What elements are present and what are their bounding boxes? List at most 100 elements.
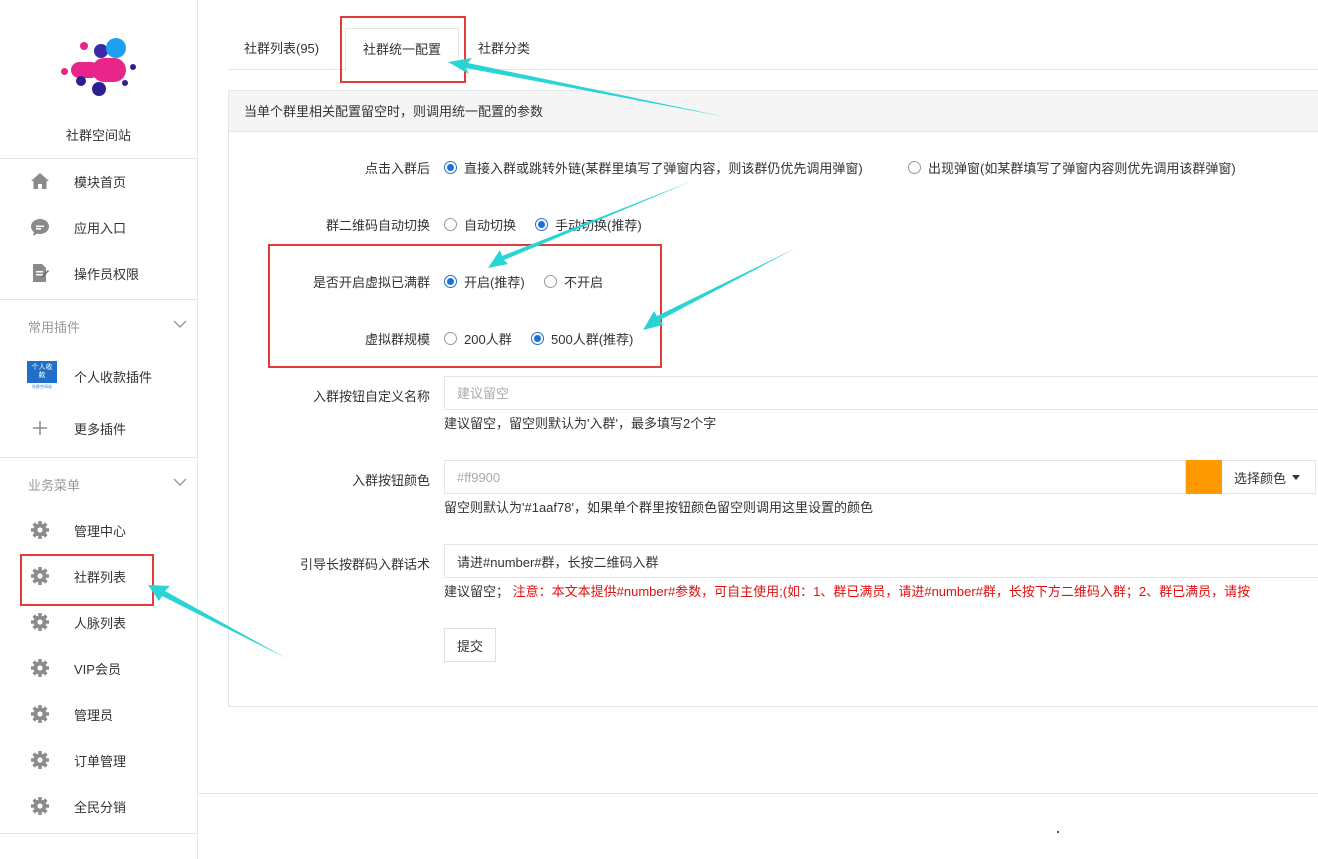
radio-circle <box>444 161 457 174</box>
sidebar-item-management-center[interactable]: 管理中心 <box>0 510 197 550</box>
sidebar-item-contacts-list[interactable]: 人脉列表 <box>0 602 197 642</box>
sidebar-item-operator-permission[interactable]: 操作员权限 <box>0 253 197 293</box>
sidebar-divider <box>0 158 197 159</box>
sidebar-divider <box>0 457 197 458</box>
virtual-full-on-radio[interactable]: 开启(推荐) <box>444 272 525 291</box>
button-name-label: 入群按钮自定义名称 <box>312 389 430 404</box>
caret-down-icon <box>1292 474 1301 480</box>
radio-label: 出现弹窗(如某群填写了弹窗内容则优先调用该群弹窗) <box>928 161 1236 176</box>
payment-plugin-icon: 个人收款 社群空间站 <box>27 361 57 391</box>
virtual-size-label: 虚拟群规模 <box>364 332 430 347</box>
section-business-menu[interactable]: 业务菜单 <box>0 469 197 499</box>
payment-plugin-icon-subtext: 社群空间站 <box>27 383 57 391</box>
radio-circle <box>908 161 921 174</box>
chevron-down-icon <box>173 475 187 490</box>
sidebar-item-module-home[interactable]: 模块首页 <box>0 161 197 201</box>
radio-circle <box>535 218 548 231</box>
radio-label: 自动切换 <box>464 218 517 233</box>
chat-bubble-icon <box>30 217 50 237</box>
sidebar-item-personal-payment-plugin[interactable]: 个人收款 社群空间站 个人收款插件 <box>0 356 197 396</box>
qr-switch-auto-radio[interactable]: 自动切换 <box>444 215 516 234</box>
guide-text-label: 引导长按群码入群话术 <box>299 557 430 572</box>
plus-icon <box>30 418 50 438</box>
home-icon <box>30 171 50 191</box>
guide-text-input[interactable] <box>444 544 1318 578</box>
radio-circle <box>444 218 457 231</box>
sidebar-divider <box>0 299 197 300</box>
sidebar-item-label: 操作员权限 <box>74 266 140 282</box>
guide-text-help-note: 注意：本文本提供#number#参数，可自主使用;(如：1、群已满员，请进#nu… <box>512 584 1251 599</box>
virtual-full-off-radio[interactable]: 不开启 <box>544 272 603 291</box>
section-common-plugins[interactable]: 常用插件 <box>0 311 197 341</box>
tab-group-category[interactable]: 社群分类 <box>478 28 530 70</box>
sidebar-item-group-list[interactable]: 社群列表 <box>0 556 197 596</box>
virtual-size-200-radio[interactable]: 200人群 <box>444 329 512 348</box>
submit-button[interactable]: 提交 <box>444 628 497 662</box>
site-logo <box>56 34 140 100</box>
sidebar-item-label: 管理中心 <box>74 523 127 539</box>
sidebar-item-administrators[interactable]: 管理员 <box>0 694 197 734</box>
tab-group-unified-config[interactable]: 社群统一配置 <box>345 28 459 71</box>
guide-text-help-prefix: 建议留空； <box>444 584 510 599</box>
section-title: 业务菜单 <box>28 477 81 493</box>
gear-icon <box>30 566 50 586</box>
panel-heading: 当单个群里相关配置留空时，则调用统一配置的参数 <box>229 91 1318 132</box>
button-color-help: 留空则默认为'#1aaf78'，如果单个群里按钮颜色留空则调用这里设置的颜色 <box>444 500 873 515</box>
guide-text-help: 建议留空； 注意：本文本提供#number#参数，可自主使用;(如：1、群已满员… <box>444 581 1318 600</box>
button-name-input[interactable] <box>444 376 1318 410</box>
document-edit-icon <box>30 263 50 283</box>
footer-divider <box>198 793 1318 794</box>
button-name-help: 建议留空，留空则默认为'入群'，最多填写2个字 <box>444 416 717 431</box>
qr-switch-manual-radio[interactable]: 手动切换(推荐) <box>535 215 642 234</box>
virtual-full-label: 是否开启虚拟已满群 <box>312 275 430 290</box>
radio-label: 开启(推荐) <box>464 275 525 290</box>
radio-circle <box>444 275 457 288</box>
virtual-size-500-radio[interactable]: 500人群(推荐) <box>531 329 633 348</box>
sidebar: 社群空间站 模块首页 应用入口 操作员权限 常用插件 个人收款 社群空间站 个人… <box>0 0 198 859</box>
sidebar-item-label: 模块首页 <box>74 174 127 190</box>
sidebar-item-label: 更多插件 <box>74 421 127 437</box>
radio-circle <box>544 275 557 288</box>
sidebar-item-label: 社群列表 <box>74 569 127 585</box>
tab-group-list[interactable]: 社群列表(95) <box>244 28 319 70</box>
button-color-input[interactable] <box>444 460 1186 494</box>
radio-label: 直接入群或跳转外链(某群里填写了弹窗内容，则该群仍优先调用弹窗) <box>464 161 863 176</box>
gear-icon <box>30 704 50 724</box>
sidebar-item-order-management[interactable]: 订单管理 <box>0 740 197 780</box>
gear-icon <box>30 658 50 678</box>
sidebar-item-label: 人脉列表 <box>74 615 127 631</box>
site-name: 社群空间站 <box>65 128 131 143</box>
sidebar-divider <box>0 833 197 834</box>
sidebar-item-label: 管理员 <box>74 707 114 723</box>
section-title: 常用插件 <box>28 319 81 335</box>
sidebar-item-label: VIP会员 <box>74 661 121 677</box>
radio-label: 手动切换(推荐) <box>555 218 642 233</box>
sidebar-item-vip-members[interactable]: VIP会员 <box>0 648 197 688</box>
config-panel: 当单个群里相关配置留空时，则调用统一配置的参数 点击入群后 直接入群或跳转外链(… <box>228 90 1318 707</box>
stray-dot <box>1057 831 1059 833</box>
tab-bar: 社群列表(95) 社群统一配置 社群分类 <box>228 28 1318 71</box>
join-action-popup-radio[interactable]: 出现弹窗(如某群填写了弹窗内容则优先调用该群弹窗) <box>908 158 1236 177</box>
sidebar-item-label: 应用入口 <box>74 220 127 236</box>
sidebar-item-distribution[interactable]: 全民分销 <box>0 786 197 826</box>
button-color-label: 入群按钮颜色 <box>351 473 430 488</box>
qr-switch-label: 群二维码自动切换 <box>325 218 430 233</box>
app-window: 社群空间站 模块首页 应用入口 操作员权限 常用插件 个人收款 社群空间站 个人… <box>0 0 1318 859</box>
sidebar-item-app-entry[interactable]: 应用入口 <box>0 207 197 247</box>
gear-icon <box>30 750 50 770</box>
radio-label: 不开启 <box>564 275 604 290</box>
sidebar-item-more-plugins[interactable]: 更多插件 <box>0 408 197 448</box>
sidebar-item-label: 个人收款插件 <box>74 369 153 385</box>
join-action-direct-radio[interactable]: 直接入群或跳转外链(某群里填写了弹窗内容，则该群仍优先调用弹窗) <box>444 158 863 177</box>
choose-color-label: 选择颜色 <box>1234 470 1287 486</box>
color-swatch[interactable] <box>1186 460 1222 494</box>
sidebar-item-label: 订单管理 <box>74 753 127 769</box>
payment-plugin-icon-text: 个人收款 <box>31 364 53 379</box>
choose-color-button[interactable]: 选择颜色 <box>1222 460 1316 494</box>
chevron-down-icon <box>173 317 187 332</box>
gear-icon <box>30 796 50 816</box>
radio-circle <box>444 332 457 345</box>
radio-label: 500人群(推荐) <box>551 332 634 347</box>
join-action-label: 点击入群后 <box>364 161 430 176</box>
gear-icon <box>30 612 50 632</box>
